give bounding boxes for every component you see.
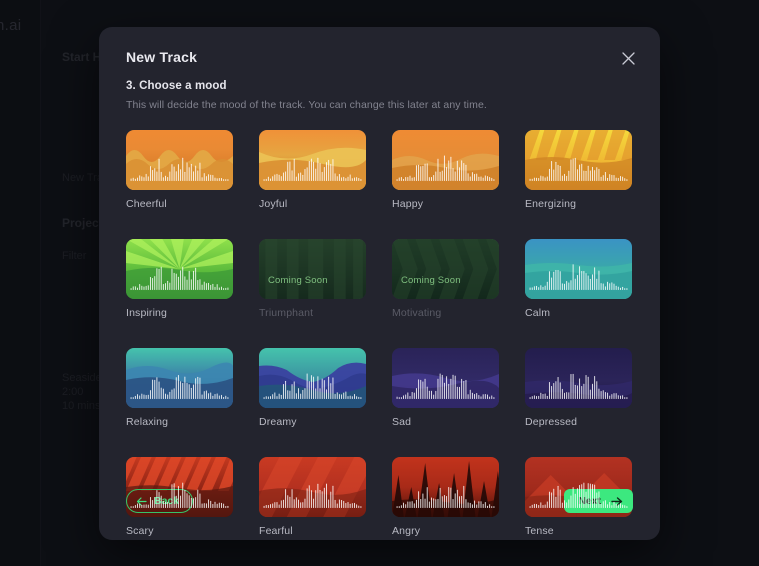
mood-cell-happy: Happy xyxy=(392,130,499,210)
mood-label: Calm xyxy=(525,307,551,319)
mood-cell-inspiring: Inspiring xyxy=(126,239,233,319)
mood-card-angry[interactable] xyxy=(392,457,499,517)
mood-label: Sad xyxy=(392,416,412,428)
new-track-modal: New Track 3. Choose a mood This will dec… xyxy=(99,27,660,540)
step-title: 3. Choose a mood xyxy=(126,80,227,92)
mood-cell-relaxing: Relaxing xyxy=(126,348,233,428)
mood-label: Cheerful xyxy=(126,198,167,210)
waveform-icon xyxy=(529,373,628,399)
mood-card-sad[interactable] xyxy=(392,348,499,408)
mood-cell-cheerful: Cheerful xyxy=(126,130,233,210)
mood-label: Happy xyxy=(392,198,424,210)
coming-soon-badge: Coming Soon xyxy=(401,275,461,286)
waveform-icon xyxy=(529,482,628,508)
disabled-overlay xyxy=(259,239,366,299)
mood-label: Tense xyxy=(525,525,554,537)
mood-card-calm[interactable] xyxy=(525,239,632,299)
mood-label: Depressed xyxy=(525,416,578,428)
mood-cell-fearful: Fearful xyxy=(259,457,366,537)
mood-card-relaxing[interactable] xyxy=(126,348,233,408)
modal-title: New Track xyxy=(126,49,198,65)
mood-cell-sad: Sad xyxy=(392,348,499,428)
mood-cell-depressed: Depressed xyxy=(525,348,632,428)
mood-label: Energizing xyxy=(525,198,577,210)
waveform-icon xyxy=(130,482,229,508)
mood-label: Joyful xyxy=(259,198,288,210)
mood-label: Dreamy xyxy=(259,416,297,428)
mood-label: Triumphant xyxy=(259,307,314,319)
waveform-icon xyxy=(529,155,628,181)
mood-cell-dreamy: Dreamy xyxy=(259,348,366,428)
close-icon xyxy=(621,51,635,65)
waveform-icon xyxy=(130,373,229,399)
mood-cell-triumphant: Coming Soon Triumphant xyxy=(259,239,366,319)
step-description: This will decide the mood of the track. … xyxy=(126,99,487,111)
mood-card-dreamy[interactable] xyxy=(259,348,366,408)
mood-cell-joyful: Joyful xyxy=(259,130,366,210)
mood-card-depressed[interactable] xyxy=(525,348,632,408)
mood-label: Angry xyxy=(392,525,421,537)
disabled-overlay xyxy=(392,239,499,299)
mood-cell-motivating: Coming Soon Motivating xyxy=(392,239,499,319)
mood-card-cheerful[interactable] xyxy=(126,130,233,190)
waveform-icon xyxy=(130,155,229,181)
waveform-icon xyxy=(263,373,362,399)
mood-cell-calm: Calm xyxy=(525,239,632,319)
mood-cell-tense: Tense xyxy=(525,457,632,537)
close-button[interactable] xyxy=(616,46,640,70)
mood-label: Scary xyxy=(126,525,154,537)
mood-card-energizing[interactable] xyxy=(525,130,632,190)
mood-card-inspiring[interactable] xyxy=(126,239,233,299)
mood-label: Relaxing xyxy=(126,416,169,428)
mood-cell-angry: Angry xyxy=(392,457,499,537)
mood-card-motivating: Coming Soon xyxy=(392,239,499,299)
mood-card-triumphant: Coming Soon xyxy=(259,239,366,299)
waveform-icon xyxy=(396,482,495,508)
mood-cell-scary: Scary xyxy=(126,457,233,537)
mood-card-happy[interactable] xyxy=(392,130,499,190)
waveform-icon xyxy=(396,373,495,399)
waveform-icon xyxy=(396,155,495,181)
mood-grid: Cheerful Joyful Happy Energizing Inspiri… xyxy=(126,130,636,537)
waveform-icon xyxy=(263,482,362,508)
mood-label: Fearful xyxy=(259,525,293,537)
coming-soon-badge: Coming Soon xyxy=(268,275,328,286)
mood-label: Motivating xyxy=(392,307,442,319)
waveform-icon xyxy=(130,264,229,290)
waveform-icon xyxy=(263,155,362,181)
mood-label: Inspiring xyxy=(126,307,168,319)
mood-card-joyful[interactable] xyxy=(259,130,366,190)
mood-cell-energizing: Energizing xyxy=(525,130,632,210)
mood-card-fearful[interactable] xyxy=(259,457,366,517)
waveform-icon xyxy=(529,264,628,290)
